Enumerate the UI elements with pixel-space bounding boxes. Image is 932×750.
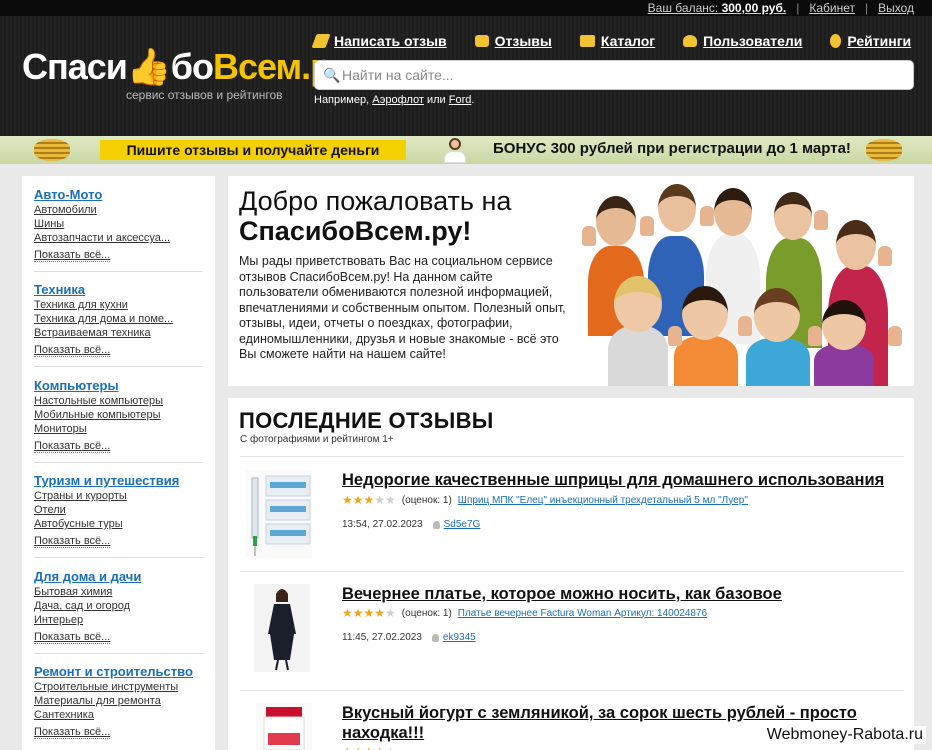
rating-stars: ★★★★★ [342,493,396,507]
divider [34,462,203,463]
user-icon [432,520,440,529]
category-subitem[interactable]: Автозапчасти и аксессуа... [34,232,170,244]
show-all-link[interactable]: Показать всё... [34,535,111,548]
example-link-aeroflot[interactable]: Аэрофлот [372,94,424,106]
category-subitem[interactable]: Встраиваемая техника [34,327,151,339]
nav-users[interactable]: Пользователи [683,33,802,49]
rating-stars: ★★★★★ [342,745,396,750]
category-subitem[interactable]: Строительные инструменты [34,681,178,693]
product-link[interactable]: Шприц МПК "Елец" инъекционный трехдеталь… [458,495,748,506]
review-image-yogurt[interactable] [256,703,312,750]
users-icon [683,35,698,47]
category-title[interactable]: Авто-Мото [34,187,102,202]
site-logo[interactable]: Спаси👍боВсем.ру [22,46,351,88]
category-subitem[interactable]: Мониторы [34,423,87,435]
review-title[interactable]: Недорогие качественные шприцы для домашн… [342,470,902,490]
category-subitem[interactable]: Дача, сад и огород [34,600,130,612]
promo-bonus-text[interactable]: БОНУС 300 рублей при регистрации до 1 ма… [493,140,851,157]
author-link[interactable]: Sd5e7G [444,519,481,530]
category-subitem[interactable]: Отели [34,504,66,516]
top-bar: Ваш баланс: 300,00 руб. | Кабинет | Выхо… [0,0,932,16]
show-all-link[interactable]: Показать всё... [34,249,111,262]
search-example: Например, Аэрофлот или Ford. [314,94,475,106]
category-subitem[interactable]: Техника для кухни [34,299,128,311]
promo-banner[interactable]: Пишите отзывы и получайте деньги БОНУС 3… [0,136,932,164]
nav-catalog[interactable]: Каталог [579,33,655,49]
main-nav: Написать отзыв Отзывы Каталог Пользовате… [311,33,911,49]
crowd-thumbs-up-image [578,176,914,386]
category-title[interactable]: Компьютеры [34,378,119,393]
category-title[interactable]: Техника [34,282,85,297]
review-image-syringes[interactable] [246,470,312,558]
category-sidebar: Авто-Мото Автомобили Шины Автозапчасти и… [22,176,215,750]
category-subitem[interactable]: Техника для дома и поме... [34,313,173,325]
speech-icon [474,35,489,47]
category-subitem[interactable]: Автобусные туры [34,518,123,530]
review-meta: ★★★★★ (оценок: 1) Шприц МПК "Елец" инъек… [342,493,748,507]
review-title[interactable]: Вечернее платье, которое можно носить, к… [342,584,902,604]
category-subitem[interactable]: Сантехника [34,709,94,721]
category-subitem[interactable]: Мобильные компьютеры [34,409,161,421]
divider [34,557,203,558]
divider [240,571,904,572]
user-icon [431,633,439,642]
show-all-link[interactable]: Показать всё... [34,440,111,453]
divider [240,690,904,691]
rating-stars: ★★★★★ [342,606,396,620]
balance-link[interactable]: Ваш баланс: 300,00 руб. [648,1,787,15]
category-subitem[interactable]: Шины [34,218,64,230]
product-link[interactable]: Платье вечернее Factura Woman Артикул: 1… [458,608,707,619]
search-input[interactable] [342,65,902,85]
catalog-icon [579,35,595,47]
category-subitem[interactable]: Интерьер [34,614,83,626]
category-title[interactable]: Ремонт и строительство [34,664,193,679]
divider [34,271,203,272]
example-link-ford[interactable]: Ford [449,94,472,106]
category-title[interactable]: Для дома и дачи [34,569,141,584]
search-icon: 🔍 [323,67,341,83]
bulb-icon [830,34,842,48]
author-link[interactable]: ek9345 [443,632,476,643]
show-all-link[interactable]: Показать всё... [34,344,111,357]
category-subitem[interactable]: Страны и курорты [34,490,127,502]
category-subitem[interactable]: Бытовая химия [34,586,112,598]
review-image-dress[interactable] [254,584,310,672]
nav-reviews[interactable]: Отзывы [474,33,552,49]
search-box[interactable]: 🔍 [314,60,914,90]
nav-ratings[interactable]: Рейтинги [830,33,911,49]
review-meta: ★★★★★ (оценок: 1) Платье вечернее Factur… [342,606,708,620]
divider [240,456,904,457]
category-subitem[interactable]: Автомобили [34,204,97,216]
reviews-subtitle: С фотографиями и рейтингом 1+ [240,434,394,445]
category-subitem[interactable]: Материалы для ремонта [34,695,161,707]
review-meta: ★★★★★ [342,745,396,750]
coins-icon [34,139,70,161]
nav-write-review[interactable]: Написать отзыв [311,33,447,49]
watermark: Webmoney-Rabota.ru [763,726,926,744]
promo-woman-image [440,137,470,163]
welcome-text: Мы рады приветствовать Вас на социальном… [239,254,566,361]
reviews-title: ПОСЛЕДНИЕ ОТЗЫВЫ [239,408,494,433]
thumbs-up-icon: 👍 [126,46,172,87]
category-title[interactable]: Туризм и путешествия [34,473,179,488]
coins-icon [866,139,902,161]
welcome-title: Добро пожаловать на СпасибоВсем.ру! [239,186,512,246]
pencil-icon [311,34,331,48]
divider [34,653,203,654]
latest-reviews: ПОСЛЕДНИЕ ОТЗЫВЫ С фотографиями и рейтин… [228,398,914,750]
category-subitem[interactable]: Настольные компьютеры [34,395,163,407]
promo-write-earn[interactable]: Пишите отзывы и получайте деньги [100,140,406,160]
review-info: 11:45, 27.02.2023 ek9345 [342,632,476,643]
show-all-link[interactable]: Показать всё... [34,631,111,644]
logout-link[interactable]: Выход [878,1,914,15]
divider [34,366,203,367]
logo-tagline: сервис отзывов и рейтингов [126,88,283,102]
header: Спаси👍боВсем.ру сервис отзывов и рейтинг… [0,16,932,136]
cabinet-link[interactable]: Кабинет [809,1,855,15]
welcome-panel: Добро пожаловать на СпасибоВсем.ру! Мы р… [228,176,914,386]
show-all-link[interactable]: Показать всё... [34,726,111,739]
review-info: 13:54, 27.02.2023 Sd5e7G [342,519,481,530]
